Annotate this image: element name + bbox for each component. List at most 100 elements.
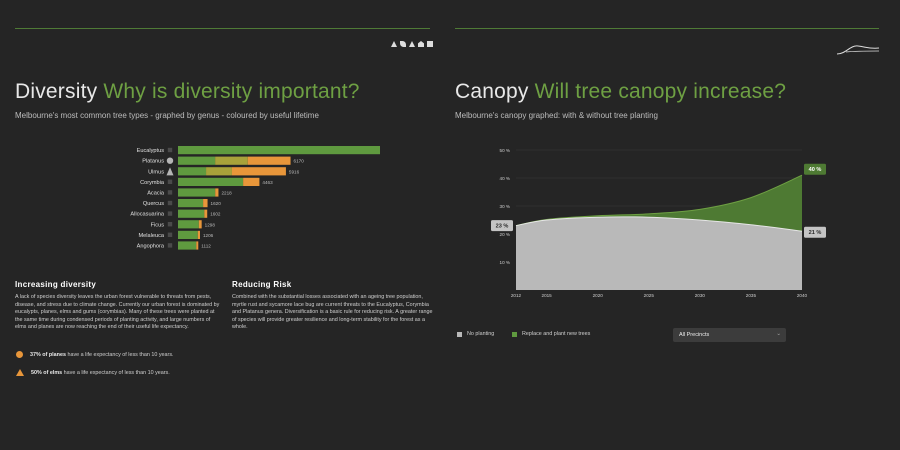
bar-segment-short — [231, 167, 286, 176]
legend-no-planting: No planting — [457, 331, 494, 337]
bar-segment-long — [178, 241, 197, 250]
tree-icon[interactable] — [391, 41, 397, 47]
bar-segment-long — [178, 156, 216, 165]
genus-marker-icon — [167, 211, 173, 216]
chevron-down-icon: ⌄ — [776, 331, 781, 337]
x-tick-label: 2015 — [542, 293, 553, 298]
section-heading-reducing-risk: Reducing Risk — [232, 280, 292, 289]
circle-icon — [166, 157, 174, 164]
canopy-title: Canopy Will tree canopy increase? — [455, 80, 786, 104]
bar-segment-short — [247, 156, 291, 165]
genus-marker-icon — [167, 179, 173, 184]
bar-segment-short — [196, 241, 199, 250]
genus-marker-icon — [167, 222, 173, 227]
fact-planes: 37% of planes have a life expectancy of … — [16, 351, 174, 358]
y-tick-label: 20 % — [500, 232, 510, 237]
legend-label-no-planting: No planting — [467, 331, 495, 337]
fact-elms-text: 50% of elms have a life expectancy of le… — [31, 370, 170, 376]
fact-elms-rest: have a life expectancy of less than 10 y… — [62, 369, 170, 376]
y-tick-label: 10 % — [500, 260, 510, 265]
fact-elms: 50% of elms have a life expectancy of le… — [16, 369, 170, 376]
y-tick-label: 40 % — [500, 176, 510, 181]
x-tick-label: 2035 — [746, 293, 757, 298]
x-tick-label: 2025 — [644, 293, 655, 298]
bar-category-label: Angophora — [137, 244, 165, 250]
section-text-increasing-diversity: A lack of species diversity leaves the u… — [15, 294, 220, 331]
fact-planes-text: 37% of planes have a life expectancy of … — [30, 352, 174, 358]
triangle-icon[interactable] — [409, 41, 415, 47]
genus-marker-icon — [167, 190, 173, 195]
bar-segment-long — [178, 167, 207, 176]
x-tick-label: 2040 — [797, 293, 808, 298]
category-icon-strip[interactable] — [391, 41, 433, 47]
genus-marker-icon — [167, 232, 173, 237]
genus-marker-icon — [167, 147, 173, 153]
bar-segment-long — [178, 230, 198, 239]
bar-category-label: Corymbia — [140, 180, 165, 186]
bar-value-label: 1298 — [205, 222, 216, 227]
badge-start: 23 % — [496, 224, 509, 230]
badge-end-planting: 40 % — [809, 167, 822, 173]
precinct-select[interactable]: All Precincts ⌄ — [673, 328, 786, 342]
canopy-subtitle: Melbourne's canopy graphed: with & witho… — [455, 111, 658, 120]
grid-icon[interactable] — [427, 41, 433, 47]
genus-marker-icon — [167, 200, 173, 206]
legend-label-planting: Replace and plant new trees — [522, 331, 591, 337]
bar-segment-short — [198, 220, 202, 229]
bar-segment-long — [178, 220, 199, 229]
fact-planes-rest: have a life expectancy of less than 10 y… — [65, 351, 174, 358]
fact-elms-bold: 50% of elms — [31, 369, 63, 376]
bar-segment-long — [178, 177, 244, 186]
bar-category-label: Quercus — [143, 201, 164, 207]
bar-segment-long — [178, 199, 204, 208]
circle-icon — [16, 351, 23, 358]
bar-segment-short — [204, 209, 208, 218]
diversity-title-main: Diversity — [15, 80, 98, 103]
x-tick-label: 2020 — [593, 293, 604, 298]
genus-bar-chart: Eucalyptus12499Platanus6170Ulmus5916Cory… — [130, 146, 380, 250]
bar-segment-short — [203, 199, 208, 208]
top-rule-right — [455, 28, 879, 29]
bar-segment-long — [178, 209, 205, 218]
bar-value-label: 4463 — [262, 180, 273, 185]
section-text-reducing-risk: Combined with the substantial losses ass… — [232, 294, 433, 331]
triangle-warning-icon — [16, 369, 24, 376]
x-tick-label: 2030 — [695, 293, 706, 298]
y-tick-label: 30 % — [500, 204, 510, 209]
bar-category-label: Melaleuca — [139, 233, 165, 239]
bar-category-label: Platanus — [142, 159, 164, 165]
bar-segment-short — [243, 177, 260, 186]
bar-value-label: 1112 — [201, 244, 211, 249]
bar-category-label: Ulmus — [148, 169, 164, 175]
area-series-no-planting — [516, 216, 802, 290]
canopy-area-chart: 10 % 20 % 30 % 40 % 50 % 2012 2015 2020 2025 2030… — [491, 148, 826, 298]
bar-segment-medium — [206, 167, 232, 176]
house-icon[interactable] — [418, 41, 424, 47]
triangle-icon — [166, 167, 174, 176]
bar-value-label: 1206 — [203, 233, 214, 238]
y-tick-label: 50 % — [500, 148, 510, 153]
fact-planes-bold: 37% of planes — [30, 351, 66, 358]
bar-value-label: 6170 — [294, 159, 305, 164]
badge-end-no-planting: 21 % — [809, 230, 822, 236]
leaf-icon[interactable] — [400, 41, 406, 47]
diversity-title-accent: Why is diversity important? — [103, 80, 360, 103]
bar-value-label: 1602 — [210, 212, 221, 217]
legend-swatch-planting — [512, 331, 517, 337]
bar-category-label: Ficus — [151, 222, 165, 228]
precinct-select-value: All Precincts — [679, 332, 710, 338]
bar-value-label: 2218 — [221, 191, 232, 196]
bar-segment-short — [215, 188, 219, 197]
x-tick-label: 2012 — [511, 293, 522, 298]
bar-segment-long — [178, 146, 380, 155]
bar-segment-short — [197, 230, 200, 239]
bar-value-label: 1620 — [211, 201, 222, 206]
bar-category-label: Eucalyptus — [137, 148, 165, 154]
section-heading-increasing-diversity: Increasing diversity — [15, 280, 97, 289]
top-rule-left — [15, 28, 430, 29]
bar-segment-long — [178, 188, 216, 197]
bar-category-label: Allocasuarina — [130, 212, 164, 218]
trend-line-icon[interactable] — [836, 42, 880, 56]
genus-marker-icon — [167, 243, 173, 248]
diversity-title: Diversity Why is diversity important? — [15, 80, 360, 104]
